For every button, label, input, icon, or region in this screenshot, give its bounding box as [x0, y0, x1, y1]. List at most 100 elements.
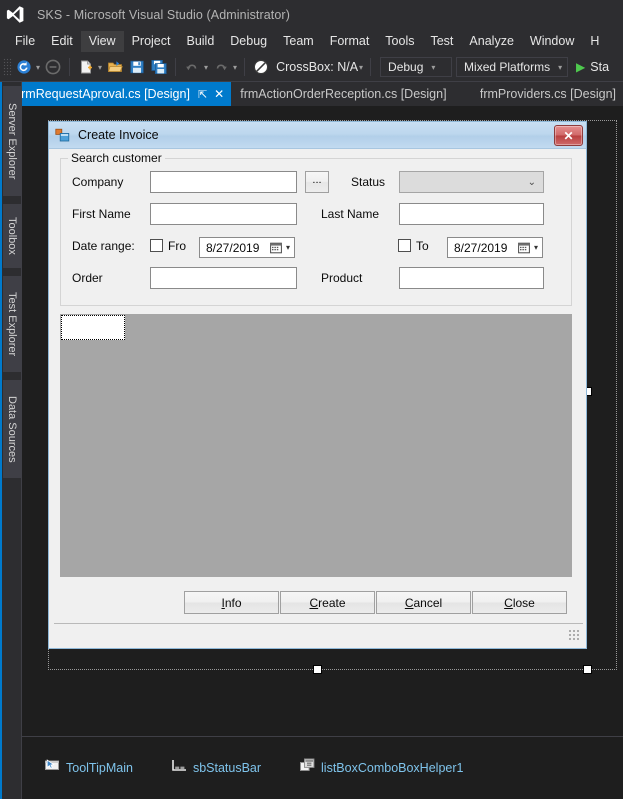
- redo-icon[interactable]: [210, 56, 232, 78]
- status-combo[interactable]: ⌄: [399, 171, 544, 193]
- open-folder-icon[interactable]: [104, 56, 126, 78]
- standard-toolbar: ▾ ▾ ▾ ▾ CrossBox: N/A ▾ Debug ▾ Mixed Pl…: [0, 53, 623, 82]
- sidebar-label-toolbox: Toolbox: [6, 217, 18, 255]
- start-label[interactable]: Sta: [590, 60, 609, 74]
- toolbar-grip[interactable]: [3, 58, 13, 76]
- menu-item-tools[interactable]: Tools: [377, 31, 422, 52]
- resize-grip-icon[interactable]: [568, 629, 580, 641]
- last-name-label: Last Name: [321, 207, 380, 221]
- crossbox-dropdown-icon[interactable]: ▾: [359, 63, 363, 72]
- chevron-down-icon-to: ▾: [533, 243, 538, 252]
- sidebar-item-server-explorer[interactable]: Server Explorer: [3, 86, 21, 196]
- menu-item-test[interactable]: Test: [422, 31, 461, 52]
- save-all-icon[interactable]: [148, 56, 170, 78]
- close-button-rest: lose: [512, 595, 535, 610]
- navigate-forward-icon[interactable]: [42, 56, 64, 78]
- tray-label-listboxcomboboxhelper1: listBoxComboBoxHelper1: [321, 761, 464, 775]
- platform-combo[interactable]: Mixed Platforms ▾: [456, 57, 569, 77]
- tray-label-tooltipmain: ToolTipMain: [66, 761, 133, 775]
- visual-studio-logo-icon: [0, 0, 30, 29]
- pin-icon[interactable]: ⇱: [198, 88, 207, 101]
- to-checkbox-label: To: [416, 239, 429, 253]
- menu-item-format[interactable]: Format: [322, 31, 378, 52]
- info-button[interactable]: Info: [184, 591, 279, 614]
- menu-item-analyze[interactable]: Analyze: [461, 31, 521, 52]
- resize-handle-bottom-middle[interactable]: [313, 665, 322, 674]
- cancel-button[interactable]: Cancel: [376, 591, 471, 614]
- document-tab-strip: frmRequestAproval.cs [Design] ⇱ ✕ frmAct…: [0, 82, 623, 106]
- winforms-designer-surface: Create Invoice ✕ Search customer Company…: [22, 106, 623, 735]
- company-label: Company: [72, 175, 124, 189]
- tray-item-listboxcomboboxhelper1[interactable]: listBoxComboBoxHelper1: [299, 757, 463, 779]
- tab-label-frmRequestAproval: frmRequestAproval.cs [Design]: [17, 87, 190, 101]
- dialog-body: Search customer Company ... Status ⌄ Fir…: [49, 149, 586, 648]
- menu-item-help[interactable]: H: [582, 31, 607, 52]
- visual-studio-window: SKS - Microsoft Visual Studio (Administr…: [0, 0, 623, 799]
- dialog-status-bar: [54, 623, 583, 644]
- product-input[interactable]: [399, 267, 544, 289]
- from-checkbox[interactable]: [150, 239, 163, 252]
- company-input[interactable]: [150, 171, 297, 193]
- tab-frmRequestAproval[interactable]: frmRequestAproval.cs [Design] ⇱ ✕: [8, 82, 232, 106]
- tab-frmActionOrderReception[interactable]: frmActionOrderReception.cs [Design]: [231, 82, 453, 106]
- close-button-accel: C: [504, 595, 513, 610]
- from-date-picker[interactable]: 8/27/2019 ▾: [199, 237, 295, 258]
- sidebar-label-test-explorer: Test Explorer: [6, 291, 18, 357]
- menu-bar: File Edit View Project Build Debug Team …: [0, 29, 623, 53]
- toolbar-separator-4: [370, 58, 372, 76]
- crossbox-icon[interactable]: [250, 56, 272, 78]
- chevron-down-icon: ▾: [431, 62, 436, 72]
- create-button[interactable]: Create: [280, 591, 375, 614]
- dialog-title-bar: Create Invoice ✕: [49, 122, 586, 149]
- sidebar-item-data-sources[interactable]: Data Sources: [3, 380, 21, 478]
- menu-item-file[interactable]: File: [7, 31, 43, 52]
- invoice-data-grid[interactable]: [60, 314, 572, 577]
- from-checkbox-label: Fro: [168, 239, 186, 253]
- order-input[interactable]: [150, 267, 297, 289]
- tab-frmProviders[interactable]: frmProviders.cs [Design]: [471, 82, 623, 106]
- tab-gap: [454, 82, 471, 106]
- status-label: Status: [351, 175, 386, 189]
- from-date-value: 8/27/2019: [206, 240, 260, 255]
- component-icon: [299, 757, 316, 779]
- tab-label-frmProviders: frmProviders.cs [Design]: [479, 87, 616, 101]
- tray-item-tooltipmain[interactable]: ToolTipMain: [44, 757, 133, 779]
- undo-icon[interactable]: [181, 56, 203, 78]
- tray-item-sbstatusbar[interactable]: sbStatusBar: [171, 757, 261, 779]
- toolbar-separator-2: [175, 58, 177, 76]
- menu-item-build[interactable]: Build: [178, 31, 222, 52]
- menu-item-view[interactable]: View: [80, 30, 124, 52]
- sidebar-item-test-explorer[interactable]: Test Explorer: [3, 276, 21, 372]
- window-title: SKS - Microsoft Visual Studio (Administr…: [37, 7, 290, 22]
- to-checkbox[interactable]: [398, 239, 411, 252]
- menu-item-window[interactable]: Window: [522, 31, 582, 52]
- start-play-icon[interactable]: ▶: [576, 60, 585, 74]
- menu-item-debug[interactable]: Debug: [222, 31, 275, 52]
- to-date-value: 8/27/2019: [454, 240, 508, 255]
- grid-header-cell[interactable]: [61, 315, 125, 340]
- last-name-input[interactable]: [399, 203, 544, 225]
- close-icon[interactable]: ✕: [214, 87, 224, 101]
- save-icon[interactable]: [126, 56, 148, 78]
- sidebar-label-server-explorer: Server Explorer: [6, 102, 18, 180]
- redo-dropdown-icon[interactable]: ▾: [233, 63, 237, 72]
- dialog-close-button[interactable]: ✕: [554, 125, 583, 146]
- sidebar-item-toolbox[interactable]: Toolbox: [3, 204, 21, 268]
- first-name-input[interactable]: [150, 203, 297, 225]
- menu-item-team[interactable]: Team: [275, 31, 322, 52]
- new-item-icon[interactable]: [75, 56, 97, 78]
- undo-dropdown-icon[interactable]: ▾: [204, 63, 208, 72]
- close-button[interactable]: Close: [472, 591, 567, 614]
- sidebar-label-data-sources: Data Sources: [6, 395, 18, 463]
- to-date-picker[interactable]: 8/27/2019 ▾: [447, 237, 543, 258]
- new-item-dropdown-icon[interactable]: ▾: [98, 63, 102, 72]
- left-dock-strip: Server Explorer Toolbox Test Explorer Da…: [0, 82, 22, 799]
- menu-item-project[interactable]: Project: [124, 31, 179, 52]
- menu-item-edit[interactable]: Edit: [43, 31, 81, 52]
- winform-designer-icon: [55, 127, 71, 143]
- company-browse-button[interactable]: ...: [305, 171, 329, 193]
- configuration-combo[interactable]: Debug ▾: [380, 57, 453, 77]
- navigate-back-icon[interactable]: [13, 56, 35, 78]
- resize-handle-bottom-right[interactable]: [583, 665, 592, 674]
- navigate-back-dropdown-icon[interactable]: ▾: [36, 63, 40, 72]
